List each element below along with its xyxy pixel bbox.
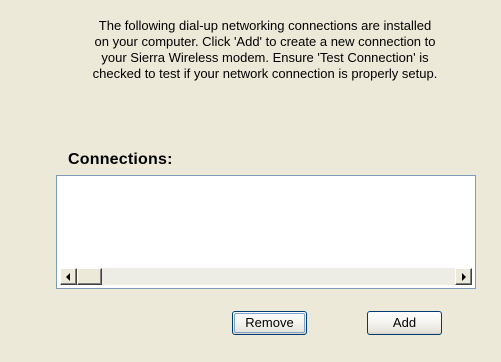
scroll-right-button[interactable] (455, 268, 472, 285)
remove-button[interactable]: Remove (232, 311, 307, 335)
instructions-line-2: on your computer. Click 'Add' to create … (94, 34, 436, 49)
scroll-left-button[interactable] (60, 268, 77, 285)
instructions-line-1: The following dial-up networking connect… (98, 18, 432, 33)
instructions-line-3: your Sierra Wireless modem. Ensure 'Test… (101, 50, 429, 65)
connections-listbox[interactable] (56, 175, 476, 289)
scroll-left-arrow-icon (66, 272, 70, 281)
add-button[interactable]: Add (367, 311, 442, 335)
connections-label: Connections: (68, 151, 173, 168)
connections-list-area[interactable] (57, 176, 475, 268)
horizontal-scrollbar[interactable] (60, 268, 472, 285)
scrollbar-thumb[interactable] (77, 268, 102, 285)
instructions-line-4: checked to test if your network connecti… (92, 66, 438, 81)
scroll-right-arrow-icon (462, 272, 466, 281)
instructions-text: The following dial-up networking connect… (40, 18, 490, 82)
